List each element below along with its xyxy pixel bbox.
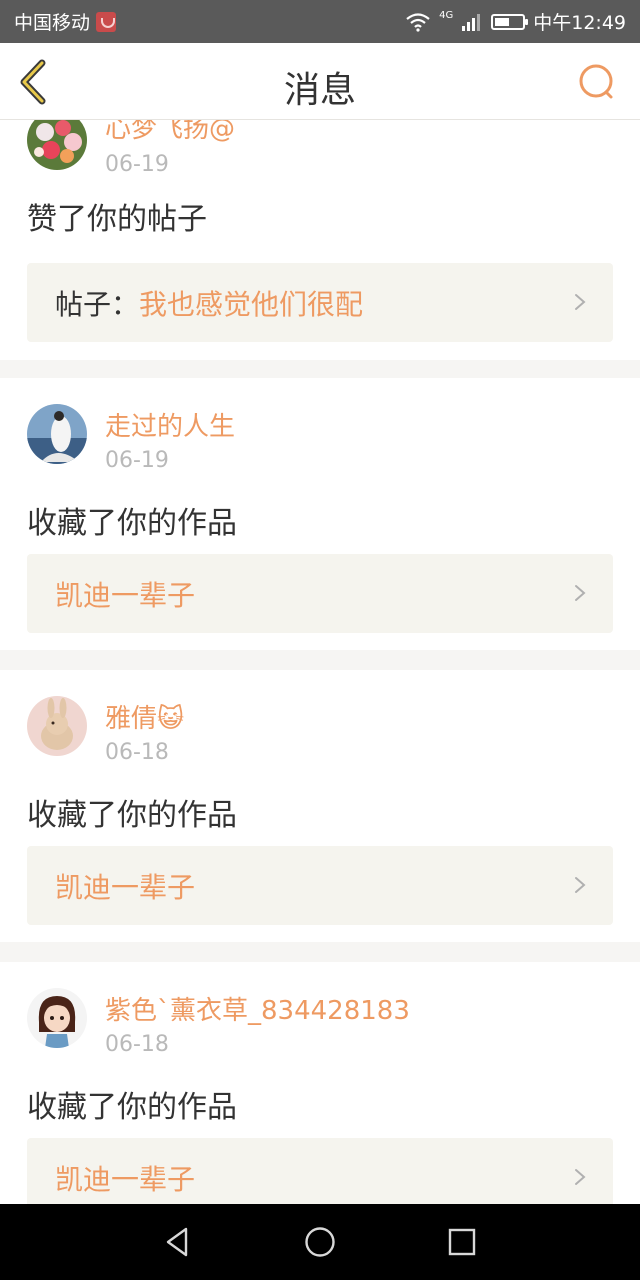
message-action: 收藏了你的作品 (27, 798, 237, 833)
message-date: 06-18 (105, 1032, 169, 1057)
battery-icon (491, 13, 529, 30)
chevron-right-icon (575, 1169, 586, 1185)
search-button[interactable] (576, 61, 618, 103)
status-time: 中午12:49 (533, 12, 626, 34)
message-date: 06-18 (105, 740, 169, 765)
search-icon (579, 64, 613, 99)
message-action: 赞了你的帖子 (27, 202, 207, 237)
message-item[interactable]: 走过的人生 06-19 收藏了你的作品 凯迪一辈子 (0, 378, 640, 650)
message-list[interactable]: 心梦飞扬@ 06-19 赞了你的帖子 帖子： 我也感觉他们很配 走过的人生 06… (0, 120, 640, 1204)
system-nav-bar (0, 1204, 640, 1280)
post-card[interactable]: 帖子： 我也感觉他们很配 (27, 263, 613, 342)
chevron-right-icon (575, 294, 586, 310)
cat-emoji-icon: 😺 (157, 704, 185, 734)
carrier-name: 中国移动 (14, 12, 91, 34)
signal-icon (462, 13, 481, 31)
message-item[interactable]: 雅倩😺 06-18 收藏了你的作品 凯迪一辈子 (0, 670, 640, 942)
chevron-right-icon (575, 877, 586, 893)
message-item[interactable]: 紫色`薰衣草_834428183 06-18 收藏了你的作品 凯迪一辈子 (0, 962, 640, 1204)
user-name[interactable]: 雅倩😺 (105, 698, 184, 735)
card-title: 凯迪一辈子 (55, 578, 196, 612)
home-nav-icon[interactable] (302, 1224, 338, 1260)
app-bar: 消息 (0, 43, 640, 120)
message-date: 06-19 (105, 448, 169, 473)
wifi-icon (406, 12, 430, 32)
card-title: 我也感觉他们很配 (139, 287, 364, 321)
network-type-label: 4G (439, 10, 454, 21)
message-action: 收藏了你的作品 (27, 1090, 237, 1125)
back-nav-icon[interactable] (160, 1224, 196, 1260)
message-date: 06-19 (105, 152, 169, 177)
user-avatar[interactable] (27, 404, 87, 464)
battery-level (495, 17, 510, 26)
post-card[interactable]: 凯迪一辈子 (27, 846, 613, 925)
card-title: 凯迪一辈子 (55, 870, 196, 904)
status-bar: 中国移动 4G 中午12:49 (0, 0, 640, 43)
user-avatar[interactable] (27, 696, 87, 756)
page-title: 消息 (283, 70, 356, 111)
user-name-text: 雅倩 (105, 704, 158, 734)
card-prefix: 帖子： (55, 287, 140, 321)
user-avatar[interactable] (27, 988, 87, 1048)
post-card[interactable]: 凯迪一辈子 (27, 554, 613, 633)
recents-nav-icon[interactable] (444, 1224, 480, 1260)
user-name[interactable]: 心梦飞扬@ (105, 120, 235, 145)
chevron-right-icon (575, 585, 586, 601)
user-name[interactable]: 紫色`薰衣草_834428183 (105, 990, 410, 1027)
huawei-app-icon (96, 11, 117, 32)
message-item[interactable]: 心梦飞扬@ 06-19 赞了你的帖子 帖子： 我也感觉他们很配 (0, 120, 640, 360)
card-title: 凯迪一辈子 (55, 1162, 196, 1196)
user-avatar[interactable] (27, 120, 87, 170)
post-card[interactable]: 凯迪一辈子 (27, 1138, 613, 1204)
message-action: 收藏了你的作品 (27, 506, 237, 541)
user-name[interactable]: 走过的人生 (105, 406, 235, 443)
